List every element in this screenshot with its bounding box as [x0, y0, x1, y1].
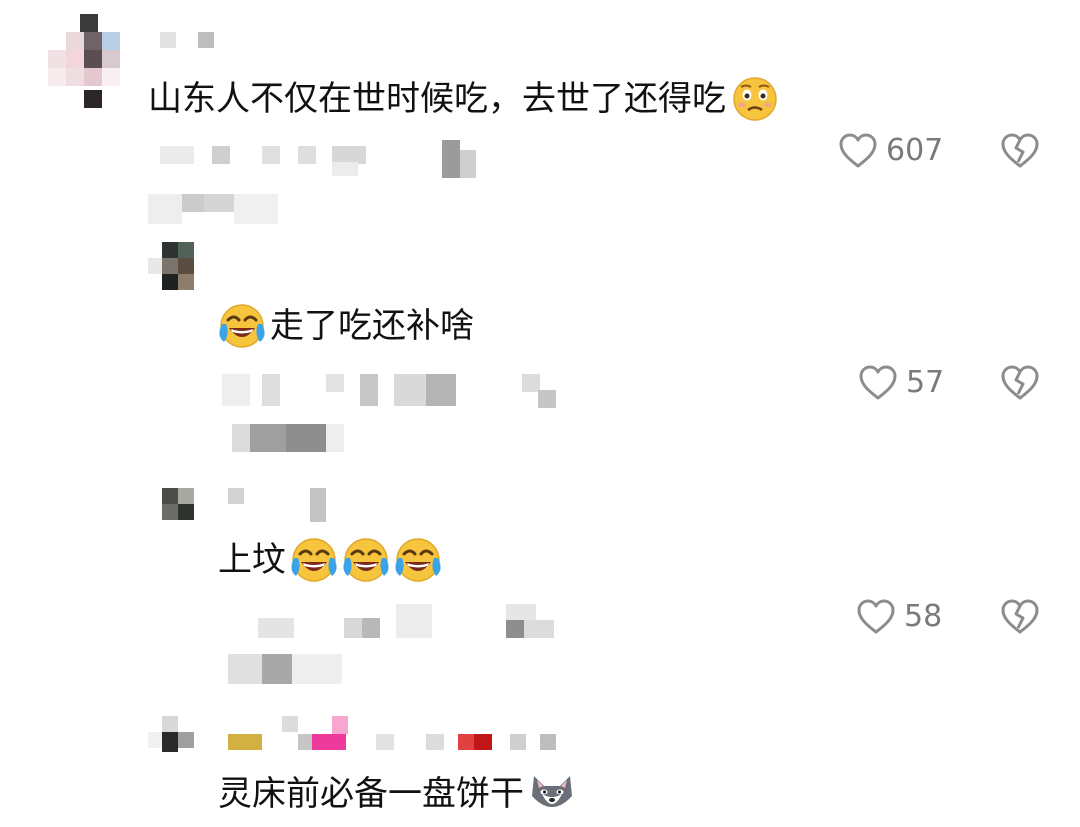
- meta-blurred: [228, 604, 568, 688]
- laughing-crying-face-icon: [340, 536, 392, 584]
- username-blurred[interactable]: [160, 30, 220, 48]
- worried-face-icon: [732, 76, 778, 122]
- avatar[interactable]: [162, 488, 198, 534]
- laughing-crying-face-icon: [288, 536, 340, 584]
- like-button[interactable]: [838, 132, 878, 170]
- comment-text: 走了吃还补啥: [218, 302, 474, 350]
- laughing-crying-face-icon: [218, 302, 266, 350]
- like-count: 57: [906, 365, 945, 400]
- username-blurred[interactable]: [228, 488, 338, 524]
- heart-outline-icon: [838, 132, 878, 170]
- comment-text: 山东人不仅在世时候吃，去世了还得吃: [148, 76, 778, 122]
- broken-heart-icon: [1000, 132, 1040, 170]
- like-button[interactable]: [858, 364, 898, 402]
- avatar[interactable]: [148, 242, 198, 294]
- meta-blurred: [148, 140, 500, 230]
- meta-blurred: [222, 370, 562, 460]
- dislike-button[interactable]: [1000, 132, 1040, 170]
- broken-heart-icon: [1000, 364, 1040, 402]
- avatar[interactable]: [148, 716, 198, 754]
- like-button[interactable]: [856, 598, 896, 636]
- comment-text: 上坟: [218, 536, 444, 584]
- like-count: 607: [886, 133, 944, 168]
- dislike-button[interactable]: [1000, 364, 1040, 402]
- heart-outline-icon: [858, 364, 898, 402]
- comment-text: 灵床前必备一盘饼干: [218, 772, 576, 816]
- username-blurred[interactable]: [228, 716, 568, 752]
- laughing-crying-face-icon: [392, 536, 444, 584]
- heart-outline-icon: [856, 598, 896, 636]
- dislike-button[interactable]: [1000, 598, 1040, 636]
- wolf-face-icon: [528, 772, 576, 816]
- avatar[interactable]: [48, 14, 132, 112]
- like-count: 58: [904, 599, 943, 634]
- broken-heart-icon: [1000, 598, 1040, 636]
